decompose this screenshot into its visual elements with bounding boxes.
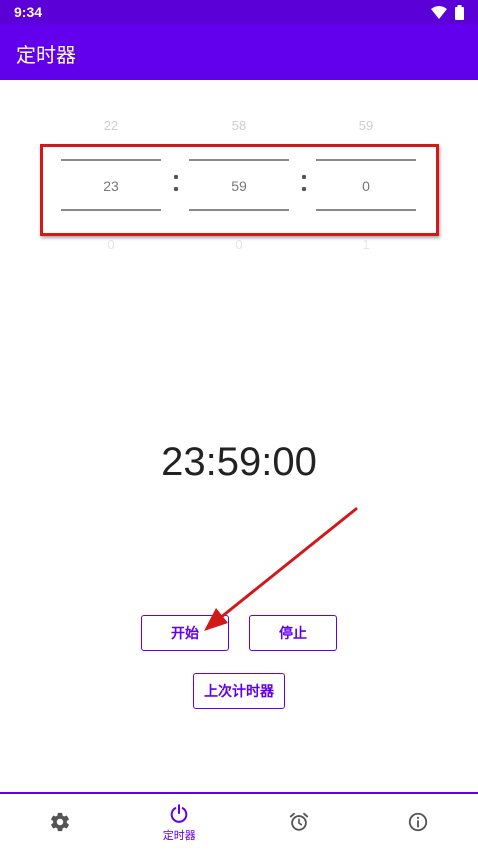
hour-prev-value[interactable]: 22: [61, 118, 161, 133]
app-title: 定时器: [16, 43, 76, 67]
hour-next-value[interactable]: 0: [61, 237, 161, 252]
wifi-icon: [431, 6, 447, 19]
last-timer-button[interactable]: 上次计时器: [193, 673, 285, 709]
info-icon: [409, 812, 428, 831]
power-icon: [170, 803, 188, 823]
nav-timer-label: 定时器: [162, 828, 196, 842]
stop-button[interactable]: 停止: [249, 615, 337, 651]
status-time: 9:34: [14, 4, 43, 20]
gear-icon: [50, 812, 69, 831]
timer-display: 23:59:00: [161, 440, 317, 484]
app-bar: 定时器: [0, 24, 478, 80]
nav-info[interactable]: [359, 794, 478, 851]
nav-settings[interactable]: [0, 794, 120, 851]
nav-alarm[interactable]: [239, 794, 359, 851]
minute-next-value[interactable]: 0: [189, 237, 289, 252]
annotation-highlight-box: [40, 144, 439, 236]
second-prev-value[interactable]: 59: [316, 118, 416, 133]
status-bar: 9:34: [0, 0, 478, 24]
nav-timer[interactable]: 定时器: [120, 794, 240, 851]
battery-icon: [455, 5, 464, 20]
minute-prev-value[interactable]: 58: [189, 118, 289, 133]
bottom-navigation: 定时器: [0, 792, 478, 851]
second-next-value[interactable]: 1: [316, 237, 416, 252]
status-icons: [431, 5, 464, 20]
start-button[interactable]: 开始: [141, 615, 229, 651]
alarm-clock-icon: [289, 812, 308, 831]
